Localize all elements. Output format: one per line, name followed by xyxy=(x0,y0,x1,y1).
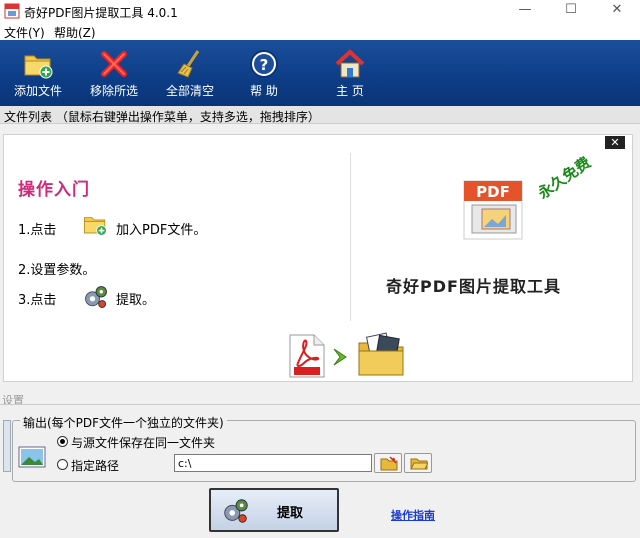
browse-folder-button[interactable] xyxy=(374,453,402,473)
open-folder-button[interactable] xyxy=(404,453,432,473)
clear-all-button[interactable]: 全部清空 xyxy=(154,40,226,106)
gears-icon xyxy=(224,499,248,523)
svg-text:?: ? xyxy=(260,56,269,74)
arrow-right-icon xyxy=(333,348,347,366)
add-file-button[interactable]: 添加文件 xyxy=(2,40,74,106)
guide-panel: ✕ 操作入门 1.点击 加入PDF文件。 2.设置参数。 3.点击 提取。 PD… xyxy=(3,134,633,382)
file-list-header: 文件列表 （鼠标右键弹出操作菜单，支持多选，拖拽排序） xyxy=(0,106,640,124)
menu-file[interactable]: 文件(Y) xyxy=(4,24,45,41)
open-folder-icon xyxy=(410,458,428,470)
add-folder-icon xyxy=(24,55,53,79)
title-bar: 奇好PDF图片提取工具 4.0.1 — ☐ ✕ xyxy=(0,0,640,22)
brand-title: 奇好PDF图片提取工具 xyxy=(386,277,561,296)
folder-browse-icon xyxy=(380,456,398,471)
home-label: 主 页 xyxy=(336,84,364,98)
app-icon xyxy=(4,3,20,19)
step2-text: 2.设置参数。 xyxy=(18,263,96,278)
output-path-input[interactable] xyxy=(174,454,372,472)
menu-bar: 文件(Y) 帮助(Z) xyxy=(0,22,640,40)
remove-selected-button[interactable]: 移除所选 xyxy=(78,40,150,106)
step1-text: 加入PDF文件。 xyxy=(116,223,207,238)
operation-guide-link[interactable]: 操作指南 xyxy=(391,507,435,523)
broom-icon xyxy=(177,50,200,78)
radio-same-folder-label: 与源文件保存在同一文件夹 xyxy=(71,436,216,450)
help-icon: ? xyxy=(250,50,278,78)
panel-close-button[interactable]: ✕ xyxy=(605,136,625,149)
window-title: 奇好PDF图片提取工具 4.0.1 xyxy=(24,6,178,20)
home-icon xyxy=(335,49,365,78)
output-group-legend: 输出(每个PDF文件一个独立的文件夹) xyxy=(20,414,227,431)
remove-selected-label: 移除所选 xyxy=(89,84,138,98)
extract-button[interactable]: 提取 xyxy=(209,488,339,532)
pdf-logo-text: PDF xyxy=(476,183,510,201)
pdf-file-icon xyxy=(289,334,325,378)
settings-divider xyxy=(0,404,640,405)
free-badge: 永久免费 xyxy=(534,153,595,203)
images-folder-icon xyxy=(358,332,404,376)
clear-all-label: 全部清空 xyxy=(165,84,214,98)
remove-x-icon xyxy=(101,51,127,77)
step1-prefix: 1.点击 xyxy=(18,223,57,238)
maximize-button[interactable]: ☐ xyxy=(548,0,594,22)
extract-label: 提取 xyxy=(277,506,304,521)
guide-title: 操作入门 xyxy=(18,180,90,200)
gears-icon xyxy=(85,286,107,308)
close-window-button[interactable]: ✕ xyxy=(594,0,640,22)
help-label: 帮 助 xyxy=(250,84,278,98)
add-folder-icon xyxy=(84,217,107,236)
image-output-icon xyxy=(18,446,46,468)
help-button[interactable]: ? 帮 助 xyxy=(228,40,300,106)
radio-same-folder[interactable] xyxy=(57,436,68,447)
collapse-handle[interactable] xyxy=(3,420,11,472)
menu-help[interactable]: 帮助(Z) xyxy=(54,24,96,41)
step3-text: 提取。 xyxy=(116,293,156,308)
minimize-button[interactable]: — xyxy=(502,0,548,22)
home-button[interactable]: 主 页 xyxy=(314,40,386,106)
settings-label: 设置 xyxy=(2,394,24,407)
add-file-label: 添加文件 xyxy=(13,84,62,98)
step3-prefix: 3.点击 xyxy=(18,293,57,308)
radio-custom-path[interactable] xyxy=(57,459,68,470)
pdf-images-logo-icon: PDF xyxy=(463,180,523,240)
toolbar: 添加文件 移除所选 全部清空 ? 帮 助 主 页 xyxy=(0,40,640,106)
panel-divider xyxy=(350,153,351,321)
radio-custom-path-label: 指定路径 xyxy=(71,459,120,473)
